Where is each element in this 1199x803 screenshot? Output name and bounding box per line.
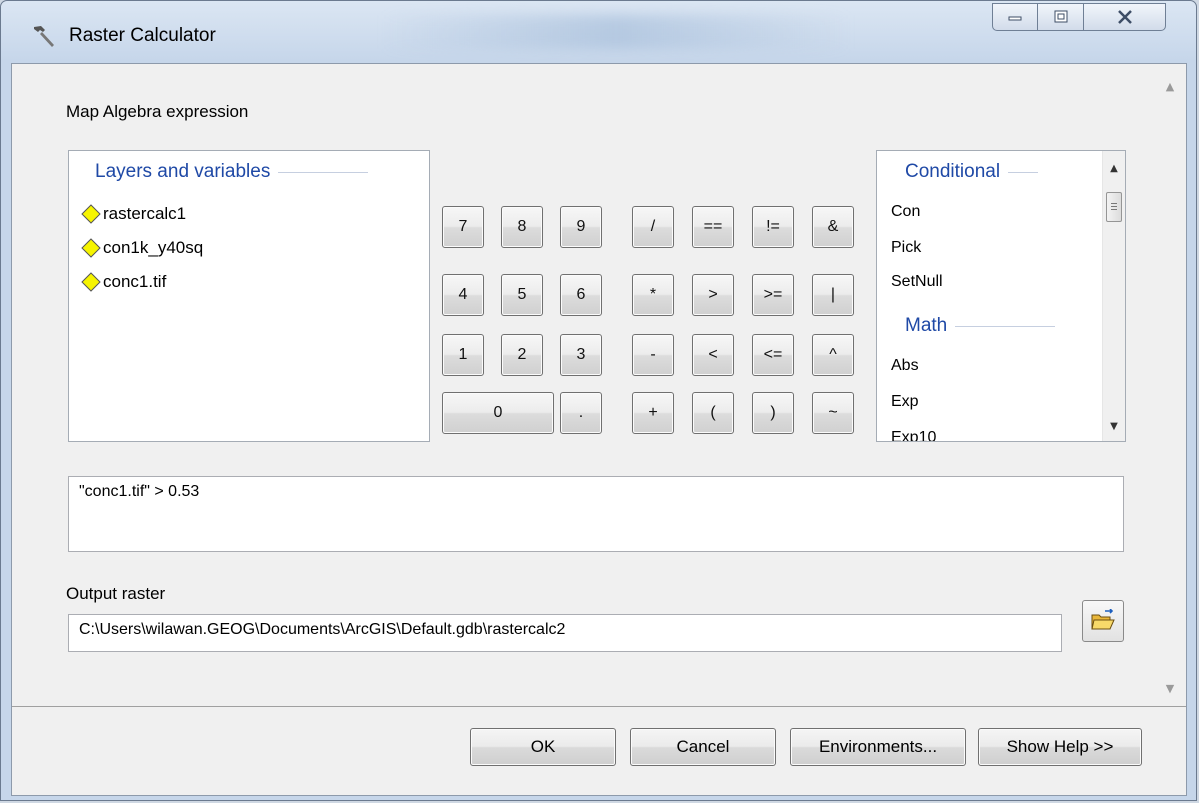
raster-calculator-window: Raster Calculator ▲ ▼ Map Algebra expres…: [0, 0, 1197, 801]
key-7[interactable]: 7: [442, 206, 484, 248]
ok-button[interactable]: OK: [470, 728, 616, 766]
title-bar[interactable]: Raster Calculator: [1, 1, 1196, 63]
key-1[interactable]: 1: [442, 334, 484, 376]
dialog-client-area: ▲ ▼ Map Algebra expression Layers and va…: [11, 63, 1187, 796]
layer-item[interactable]: rastercalc1: [81, 201, 186, 227]
expression-input[interactable]: "conc1.tif" > 0.53: [68, 476, 1124, 552]
key-4[interactable]: 4: [442, 274, 484, 316]
conditional-header-text: Conditional: [905, 161, 1001, 182]
scroll-up-arrow-icon[interactable]: ▲: [1164, 81, 1176, 92]
key-decimal[interactable]: .: [560, 392, 602, 434]
layer-item[interactable]: con1k_y40sq: [81, 235, 203, 261]
key-and[interactable]: &: [812, 206, 854, 248]
key-multiply[interactable]: *: [632, 274, 674, 316]
key-or[interactable]: |: [812, 274, 854, 316]
folder-open-icon: [1091, 609, 1115, 630]
key-open-paren[interactable]: (: [692, 392, 734, 434]
close-button[interactable]: [1084, 3, 1166, 31]
tool-pick[interactable]: Pick: [891, 239, 921, 257]
key-2[interactable]: 2: [501, 334, 543, 376]
button-separator: [12, 706, 1186, 707]
key-8[interactable]: 8: [501, 206, 543, 248]
key-0[interactable]: 0: [442, 392, 554, 434]
tools-scrollbar[interactable]: ▲ ▼: [1102, 151, 1125, 441]
window-controls: [992, 3, 1166, 33]
raster-layer-diamond-icon: [81, 238, 101, 258]
cancel-button[interactable]: Cancel: [630, 728, 776, 766]
tool-exp10[interactable]: Exp10: [891, 429, 936, 441]
scroll-down-icon[interactable]: ▼: [1103, 417, 1125, 437]
tools-panel[interactable]: Conditional Con Pick SetNull Math Abs Ex…: [876, 150, 1126, 442]
key-not[interactable]: ~: [812, 392, 854, 434]
window-title: Raster Calculator: [69, 25, 216, 46]
scroll-down-arrow-icon[interactable]: ▼: [1164, 683, 1176, 694]
layer-name: con1k_y40sq: [103, 238, 204, 257]
key-xor[interactable]: ^: [812, 334, 854, 376]
minimize-button[interactable]: [992, 3, 1038, 31]
raster-layer-diamond-icon: [81, 272, 101, 292]
tool-exp[interactable]: Exp: [891, 393, 919, 411]
maximize-icon: [1054, 10, 1067, 23]
key-close-paren[interactable]: ): [752, 392, 794, 434]
key-minus[interactable]: -: [632, 334, 674, 376]
output-raster-label: Output raster: [66, 584, 166, 603]
close-icon: [1117, 10, 1132, 24]
maximize-button[interactable]: [1038, 3, 1084, 31]
scrollbar-thumb[interactable]: [1106, 192, 1122, 222]
layers-panel[interactable]: Layers and variables rastercalc1 con1k_y…: [68, 150, 430, 442]
key-plus[interactable]: +: [632, 392, 674, 434]
key-less-equal[interactable]: <=: [752, 334, 794, 376]
tool-setnull[interactable]: SetNull: [891, 273, 943, 291]
layer-name: rastercalc1: [103, 204, 187, 223]
key-3[interactable]: 3: [560, 334, 602, 376]
math-header-text: Math: [905, 315, 948, 336]
key-greater-equal[interactable]: >=: [752, 274, 794, 316]
math-header: Math: [905, 315, 1056, 337]
key-not-equal[interactable]: !=: [752, 206, 794, 248]
key-divide[interactable]: /: [632, 206, 674, 248]
key-equal[interactable]: ==: [692, 206, 734, 248]
layers-header: Layers and variables: [95, 161, 369, 183]
tool-abs[interactable]: Abs: [891, 357, 919, 375]
raster-layer-diamond-icon: [81, 204, 101, 224]
layer-name: conc1.tif: [103, 272, 167, 291]
show-help-button[interactable]: Show Help >>: [978, 728, 1142, 766]
key-greater[interactable]: >: [692, 274, 734, 316]
tool-con[interactable]: Con: [891, 203, 920, 221]
key-5[interactable]: 5: [501, 274, 543, 316]
minimize-icon: [1008, 16, 1022, 21]
key-9[interactable]: 9: [560, 206, 602, 248]
hammer-icon: [34, 26, 54, 47]
output-raster-input[interactable]: C:\Users\wilawan.GEOG\Documents\ArcGIS\D…: [68, 614, 1062, 652]
layer-item[interactable]: conc1.tif: [81, 269, 166, 295]
browse-button[interactable]: [1082, 600, 1124, 642]
key-6[interactable]: 6: [560, 274, 602, 316]
environments-button[interactable]: Environments...: [790, 728, 966, 766]
map-algebra-label: Map Algebra expression: [66, 102, 249, 121]
key-less[interactable]: <: [692, 334, 734, 376]
conditional-header: Conditional: [905, 161, 1039, 183]
scroll-up-icon[interactable]: ▲: [1103, 159, 1125, 179]
layers-header-text: Layers and variables: [95, 161, 271, 182]
